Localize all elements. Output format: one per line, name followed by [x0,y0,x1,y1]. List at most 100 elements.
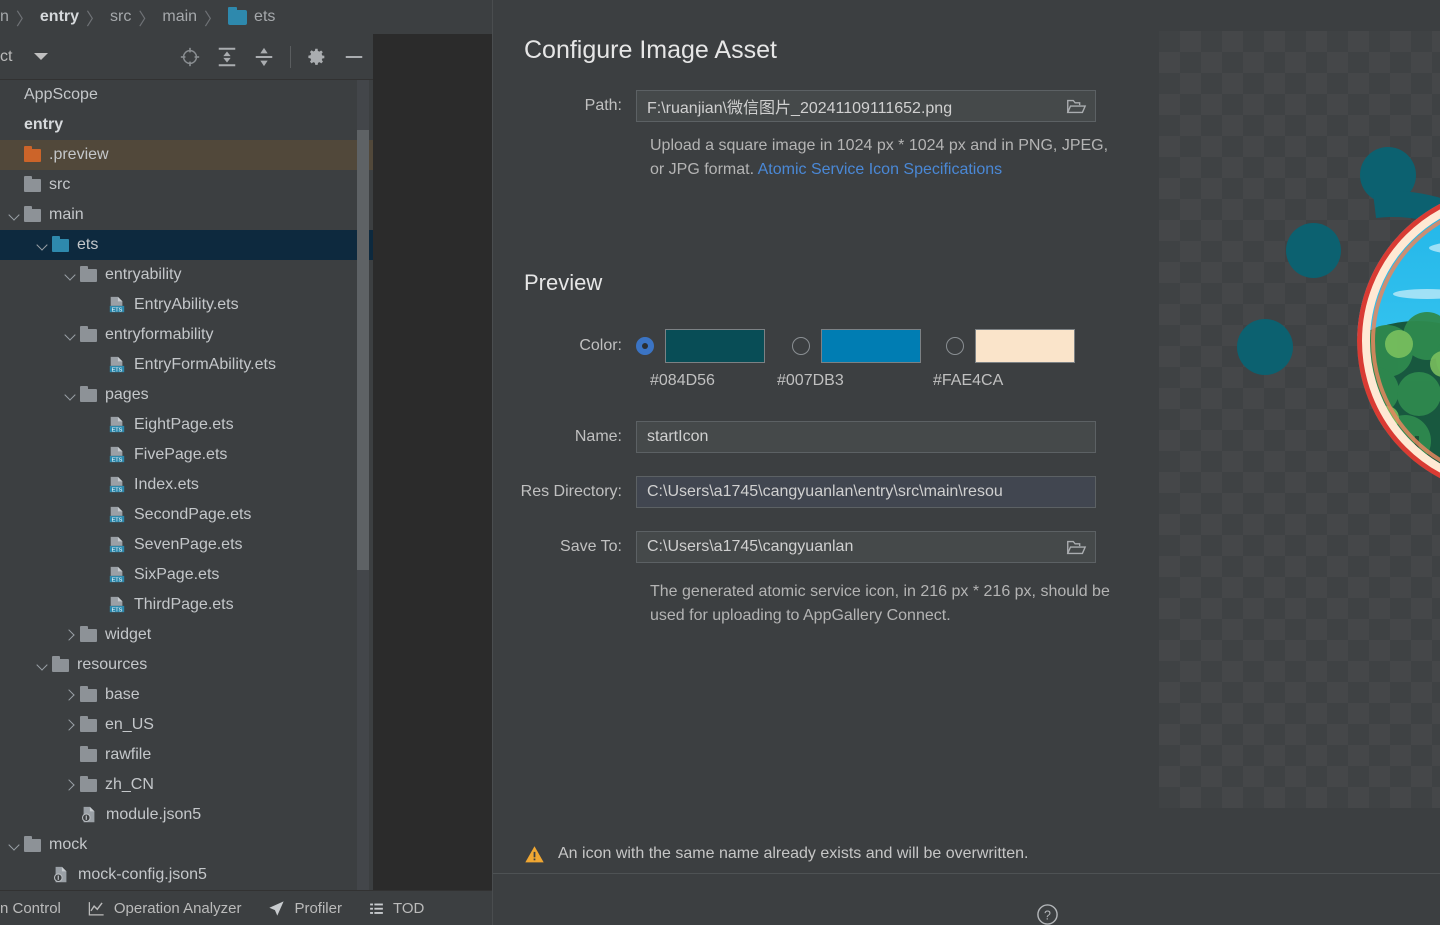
breadcrumb-separator: 〉 [86,9,104,29]
svg-text:ETS: ETS [112,547,123,553]
svg-text:ETS: ETS [112,577,123,583]
tree-row-base[interactable]: base [0,680,373,710]
tree-row-entryformability[interactable]: entryformability [0,320,373,350]
tree-row--preview[interactable]: .preview [0,140,373,170]
arrow-placeholder [6,116,24,134]
breadcrumb-item-1[interactable]: entry [40,8,79,26]
color-option-0[interactable] [636,329,765,363]
tree-row-sixpage-ets[interactable]: ETS SixPage.ets [0,560,373,590]
icon-preview-canvas [1159,31,1440,808]
color-swatch-1[interactable] [821,329,921,363]
chevron-down-icon[interactable] [62,386,80,404]
color-radio-2[interactable] [946,337,964,355]
tree-row-sevenpage-ets[interactable]: ETS SevenPage.ets [0,530,373,560]
save-to-input[interactable]: C:\Users\a1745\cangyuanlan [636,531,1096,563]
tree-row-resources[interactable]: resources [0,650,373,680]
folder-open-icon[interactable] [1065,536,1087,558]
atomic-service-icon-specifications-link[interactable]: Atomic Service Icon Specifications [758,161,1003,178]
tree-row-secondpage-ets[interactable]: ETS SecondPage.ets [0,500,373,530]
chevron-down-icon[interactable] [6,206,24,224]
settings-gear-icon[interactable] [306,46,328,68]
list-icon [370,903,383,914]
color-swatch-2[interactable] [975,329,1075,363]
tree-row-entryability-ets[interactable]: ETS EntryAbility.ets [0,290,373,320]
tree-row-mock[interactable]: mock [0,830,373,860]
arrow-placeholder [90,596,108,614]
tree-row-widget[interactable]: widget [0,620,373,650]
tree-row-rawfile[interactable]: rawfile [0,740,373,770]
tree-row-main[interactable]: main [0,200,373,230]
arrow-placeholder [90,416,108,434]
chevron-right-icon[interactable] [62,626,80,644]
chevron-down-icon[interactable] [6,836,24,854]
svg-text:ETS: ETS [112,487,123,493]
color-option-1[interactable] [792,329,921,363]
tree-row-entry[interactable]: entry [0,110,373,140]
status-item-todo[interactable]: TOD [368,900,424,917]
minimize-icon[interactable] [343,46,365,68]
color-radio-0[interactable] [636,337,654,355]
color-option-2[interactable] [946,329,1075,363]
tree-row-en-us[interactable]: en_US [0,710,373,740]
breadcrumb-separator: 〉 [15,9,33,29]
collapse-all-icon[interactable] [253,46,275,68]
color-hex-1: #007DB3 [777,372,844,389]
tree-row-mock-config-json5[interactable]: mock-config.json5 [0,860,373,890]
folder-icon [24,205,41,222]
tree-row-thirdpage-ets[interactable]: ETS ThirdPage.ets [0,590,373,620]
tree-row-fivepage-ets[interactable]: ETS FivePage.ets [0,440,373,470]
chevron-down-icon[interactable] [62,266,80,284]
tree-row-zh-cn[interactable]: zh_CN [0,770,373,800]
chevron-down-icon[interactable] [34,53,49,60]
tree-scrollbar-thumb[interactable] [357,130,369,570]
tree-row-entryability[interactable]: entryability [0,260,373,290]
path-value: F:\ruanjian\微信图片_20241109111652.png [647,100,953,117]
chevron-down-icon[interactable] [62,326,80,344]
chevron-down-icon[interactable] [34,656,52,674]
name-input[interactable]: startIcon [636,421,1096,453]
color-radio-1[interactable] [792,337,810,355]
res-directory-input[interactable]: C:\Users\a1745\cangyuanlan\entry\src\mai… [636,476,1096,508]
tree-row-pages[interactable]: pages [0,380,373,410]
tree-row-module-json5[interactable]: module.json5 [0,800,373,830]
chevron-down-icon[interactable] [34,236,52,254]
status-item-label: n Control [0,899,61,917]
folder-open-icon[interactable] [1065,95,1087,117]
path-row: Path: F:\ruanjian\微信图片_20241109111652.pn… [493,90,1153,122]
tree-row-appscope[interactable]: AppScope [0,80,373,110]
chevron-right-icon[interactable] [62,686,80,704]
status-item-operation-analyzer[interactable]: Operation Analyzer [87,899,241,918]
tree-row-label: zh_CN [105,776,154,793]
help-circle-icon[interactable]: ? [1036,903,1059,925]
breadcrumb-item-4[interactable]: ets [254,8,275,26]
folder-icon [80,685,97,702]
project-panel-title[interactable]: ct [0,48,12,66]
locate-icon[interactable] [179,46,201,68]
color-hex-0: #084D56 [650,372,715,389]
tree-row-entryformability-ets[interactable]: ETS EntryFormAbility.ets [0,350,373,380]
tree-row-label: module.json5 [106,806,202,823]
res-directory-value: C:\Users\a1745\cangyuanlan\entry\src\mai… [647,483,1003,500]
breadcrumb-item-3[interactable]: main [162,8,197,26]
project-tree[interactable]: AppScope entry .preview src main ets entryabil… [0,80,373,890]
color-hex-2: #FAE4CA [933,372,1004,389]
chevron-right-icon[interactable] [62,776,80,794]
tree-row-index-ets[interactable]: ETS Index.ets [0,470,373,500]
chevron-right-icon[interactable] [62,716,80,734]
svg-text:ETS: ETS [112,367,123,373]
color-swatch-0[interactable] [665,329,765,363]
warning-banner: An icon with the same name already exist… [493,835,1440,873]
tree-row-eightpage-ets[interactable]: ETS EightPage.ets [0,410,373,440]
breadcrumb-item-2[interactable]: src [110,8,131,26]
folder-icon [80,625,97,642]
tree-row-ets[interactable]: ets [0,230,373,260]
status-item-profiler[interactable]: Profiler [267,899,342,918]
expand-all-icon[interactable] [216,46,238,68]
arrow-placeholder [62,746,80,764]
status-item-version-control[interactable]: n Control [0,900,61,917]
breadcrumb-item-0[interactable]: n [0,8,9,26]
path-input[interactable]: F:\ruanjian\微信图片_20241109111652.png [636,90,1096,122]
tree-row-src[interactable]: src [0,170,373,200]
tree-row-label: EntryFormAbility.ets [134,356,276,373]
breadcrumb: n 〉 entry 〉 src 〉 main 〉 ets [0,0,492,34]
